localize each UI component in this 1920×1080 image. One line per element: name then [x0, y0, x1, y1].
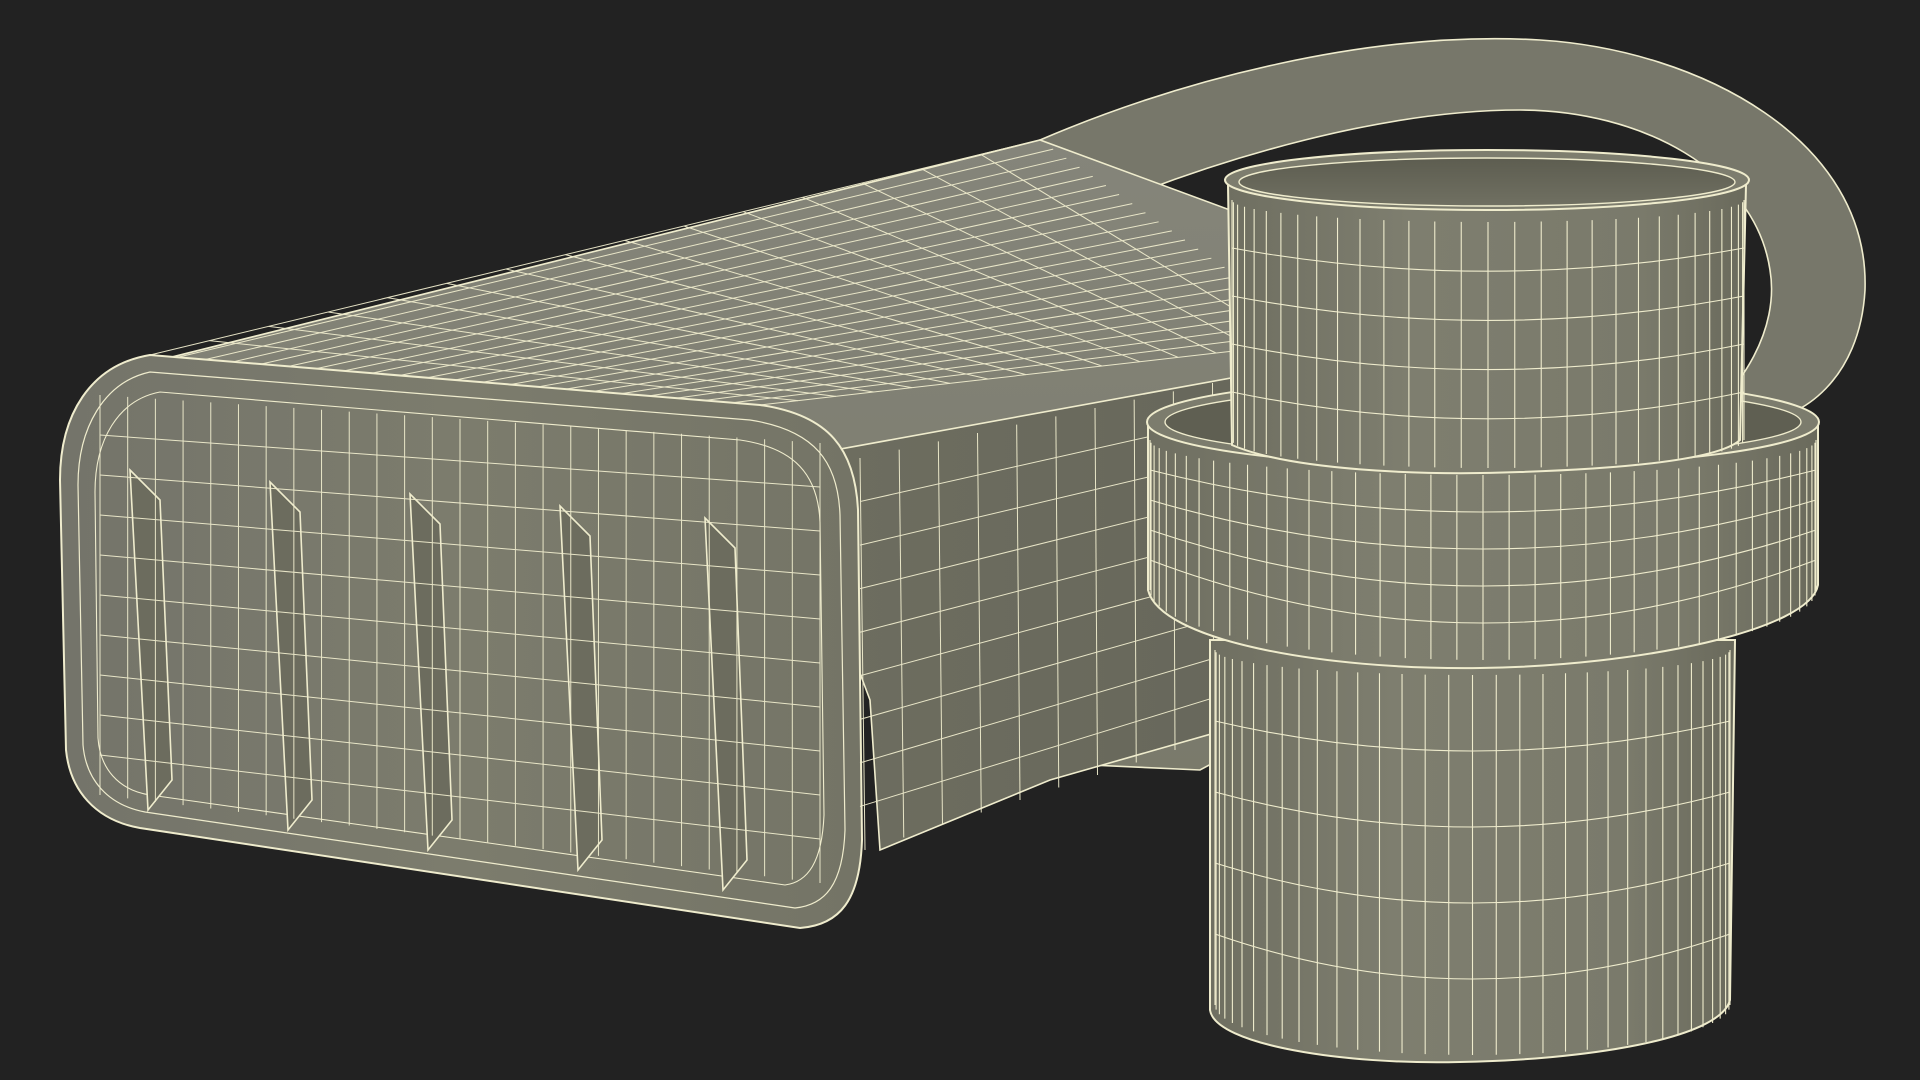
- wireframe-model-render: [58, 37, 1866, 1064]
- render-viewport: [0, 0, 1920, 1080]
- lower-cylinder: [1209, 639, 1737, 1064]
- upper-neck-cylinder: [1224, 149, 1750, 475]
